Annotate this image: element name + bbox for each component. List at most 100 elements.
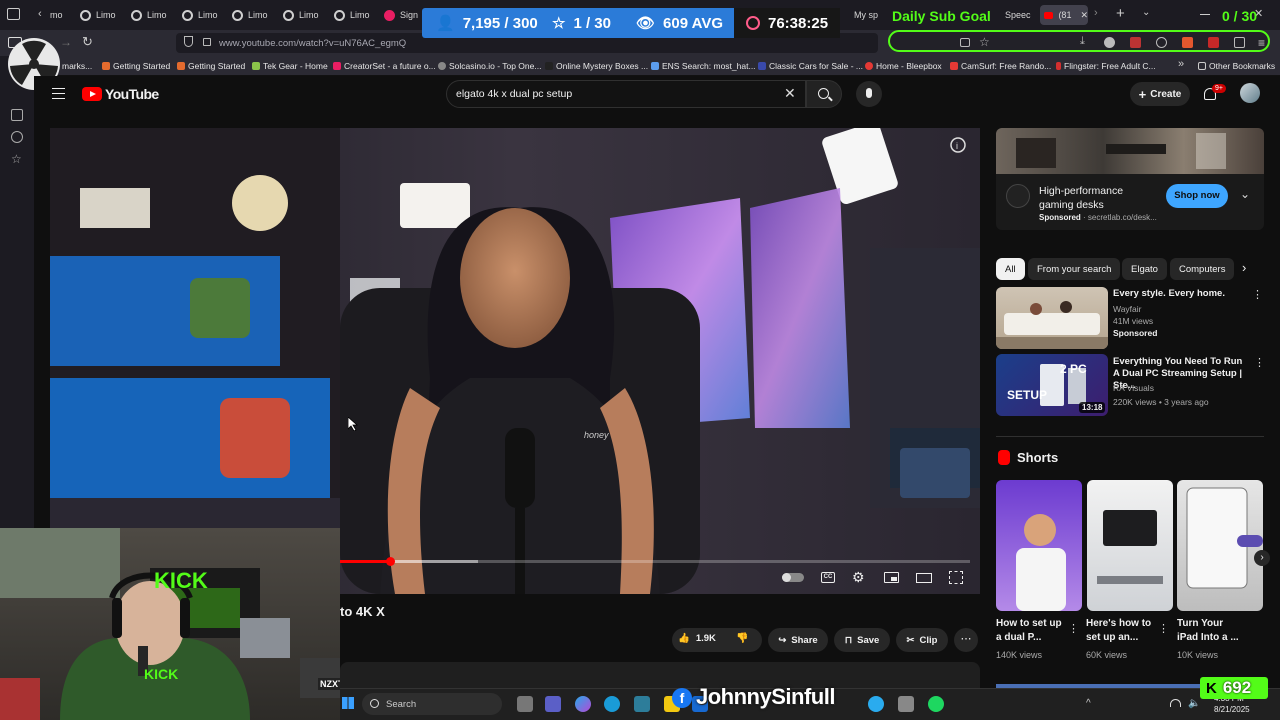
search-query[interactable]: elgato 4k x dual pc setup bbox=[456, 88, 572, 100]
shop-now-button[interactable]: Shop now bbox=[1166, 184, 1228, 208]
volume-icon[interactable]: 🔈 bbox=[1188, 698, 1200, 709]
taskbar-search-label[interactable]: Search bbox=[386, 699, 416, 710]
save-button[interactable]: ⊓ Save bbox=[834, 628, 890, 652]
teams-icon[interactable] bbox=[545, 696, 561, 712]
short-thumbnail[interactable] bbox=[996, 480, 1082, 611]
chevron-left-icon[interactable]: ‹ bbox=[38, 8, 42, 20]
chevron-down-icon[interactable]: ⌄ bbox=[1142, 7, 1150, 18]
screenshot-icon[interactable] bbox=[960, 38, 970, 47]
bookmark[interactable]: ENS Search: most_hat... bbox=[651, 60, 756, 72]
bookmark[interactable]: Getting Started bbox=[177, 60, 245, 72]
hamburger-menu-icon[interactable] bbox=[52, 88, 65, 99]
sidebar-extension-icon[interactable] bbox=[11, 109, 23, 121]
short-title[interactable]: Turn Your iPad Into a ... bbox=[1177, 617, 1243, 645]
ad-banner-image[interactable] bbox=[996, 128, 1264, 174]
search-button[interactable] bbox=[806, 80, 842, 108]
create-button[interactable]: + Create bbox=[1130, 82, 1190, 106]
miniplayer-icon[interactable] bbox=[884, 572, 899, 583]
ad-title[interactable]: High-performance gaming desks bbox=[1039, 184, 1149, 212]
browser-tab[interactable]: My sp bbox=[854, 5, 878, 25]
extension-icon[interactable] bbox=[1182, 37, 1193, 48]
extension-icon[interactable] bbox=[1104, 37, 1115, 48]
more-options-icon[interactable]: ⋮ bbox=[1158, 622, 1169, 635]
browser-tab[interactable]: Limo bbox=[334, 5, 370, 25]
taskbar-search[interactable] bbox=[362, 693, 502, 715]
short-thumbnail[interactable] bbox=[1087, 480, 1173, 611]
shorts-next-button[interactable]: › bbox=[1254, 550, 1270, 566]
bookmarks-star-icon[interactable]: ☆ bbox=[11, 152, 22, 166]
task-view-icon[interactable] bbox=[517, 696, 533, 712]
settings-gear-icon[interactable]: ⚙ bbox=[852, 569, 865, 586]
browser-tab[interactable]: Limo bbox=[182, 5, 218, 25]
browser-tab[interactable]: mo bbox=[50, 5, 63, 25]
other-bookmarks[interactable]: Other Bookmarks bbox=[1198, 60, 1275, 72]
avatar[interactable] bbox=[1240, 83, 1260, 103]
recommendation-title[interactable]: Every style. Every home. bbox=[1113, 288, 1249, 300]
progress-scrubber[interactable] bbox=[386, 557, 396, 566]
short-title[interactable]: Here's how to set up an... bbox=[1086, 617, 1152, 645]
more-bookmarks-icon[interactable]: » bbox=[1178, 58, 1184, 70]
theater-mode-icon[interactable] bbox=[916, 573, 932, 583]
reload-icon[interactable]: ↻ bbox=[82, 34, 93, 50]
star-icon[interactable]: ☆ bbox=[979, 35, 990, 49]
tab-list-icon[interactable] bbox=[7, 8, 20, 20]
windows-start-icon[interactable] bbox=[342, 697, 354, 709]
copilot-icon[interactable] bbox=[575, 696, 591, 712]
youtube-logo[interactable]: YouTube bbox=[82, 86, 159, 102]
share-button[interactable]: ↪ Share bbox=[768, 628, 828, 652]
clear-search-icon[interactable]: ✕ bbox=[784, 85, 796, 102]
bookmark[interactable]: Online Mystery Boxes ... bbox=[545, 60, 648, 72]
autoplay-toggle[interactable] bbox=[782, 573, 804, 582]
more-options-icon[interactable]: ⋮ bbox=[1068, 622, 1079, 635]
fullscreen-icon[interactable] bbox=[949, 571, 963, 584]
telegram-icon[interactable] bbox=[868, 696, 884, 712]
bookmark[interactable]: Getting Started bbox=[102, 60, 170, 72]
like-button[interactable]: 👍 1.9K bbox=[678, 633, 716, 644]
more-options-icon[interactable]: ⋮ bbox=[1254, 356, 1265, 369]
taskbar-date[interactable]: 8/21/2025 bbox=[1214, 705, 1250, 714]
shield-icon[interactable] bbox=[184, 36, 193, 47]
extension-icon[interactable] bbox=[1130, 37, 1141, 48]
bookmark[interactable]: Solcasino.io - Top One... bbox=[438, 60, 541, 72]
browser-tab[interactable]: Limo bbox=[283, 5, 319, 25]
download-icon[interactable]: ⤓ bbox=[1080, 35, 1085, 48]
recommendation-thumbnail[interactable] bbox=[996, 287, 1108, 349]
chip-computers[interactable]: Computers bbox=[1170, 258, 1235, 280]
store-icon[interactable] bbox=[634, 696, 650, 712]
bookmark[interactable]: marks... bbox=[62, 60, 92, 72]
close-tab-icon[interactable]: ✕ bbox=[1080, 10, 1088, 21]
chip-from-your-search[interactable]: From your search bbox=[1028, 258, 1121, 280]
more-actions-button[interactable]: ⋯ bbox=[954, 628, 978, 652]
voice-search-button[interactable] bbox=[856, 81, 882, 107]
extensions-icon[interactable] bbox=[1234, 37, 1245, 48]
short-title[interactable]: How to set up a dual P... bbox=[996, 617, 1062, 645]
bookmark[interactable]: CamSurf: Free Rando... bbox=[950, 60, 1051, 72]
bookmark[interactable]: Home - Bleepbox bbox=[865, 60, 942, 72]
dislike-button[interactable]: 👎 bbox=[736, 633, 748, 644]
chip-all[interactable]: All bbox=[996, 258, 1025, 280]
chevron-right-icon[interactable]: › bbox=[1094, 7, 1098, 19]
browser-tab[interactable]: Speec bbox=[1005, 5, 1031, 25]
bookmark[interactable]: Classic Cars for Sale - ... bbox=[758, 60, 863, 72]
browser-tab-active[interactable]: (81 ✕ bbox=[1040, 5, 1088, 25]
edge-icon[interactable] bbox=[604, 696, 620, 712]
bookmark[interactable]: Tek Gear - Home bbox=[252, 60, 328, 72]
spotify-icon[interactable] bbox=[928, 696, 944, 712]
url-text[interactable]: www.youtube.com/watch?v=uN76AC_egmQ bbox=[219, 38, 406, 49]
bookmark[interactable]: Flingster: Free Adult C... bbox=[1056, 60, 1156, 72]
chevron-right-icon[interactable]: › bbox=[1242, 260, 1246, 275]
short-thumbnail[interactable] bbox=[1177, 480, 1263, 611]
more-options-icon[interactable]: ⋮ bbox=[1252, 288, 1263, 301]
extension-icon[interactable] bbox=[1156, 37, 1167, 48]
network-icon[interactable] bbox=[1170, 699, 1181, 707]
bookmark[interactable]: CreatorSet - a future o... bbox=[333, 60, 436, 72]
calculator-icon[interactable] bbox=[898, 696, 914, 712]
tray-chevron-icon[interactable]: ^ bbox=[1086, 698, 1091, 709]
lock-icon[interactable] bbox=[203, 38, 211, 46]
description-box[interactable] bbox=[340, 662, 980, 688]
chevron-down-icon[interactable]: ⌄ bbox=[1240, 187, 1250, 201]
clip-button[interactable]: ✂ Clip bbox=[896, 628, 948, 652]
captions-icon[interactable]: CC bbox=[821, 572, 835, 583]
browser-tab[interactable]: Limo bbox=[232, 5, 268, 25]
browser-tab[interactable]: Limo bbox=[80, 5, 116, 25]
